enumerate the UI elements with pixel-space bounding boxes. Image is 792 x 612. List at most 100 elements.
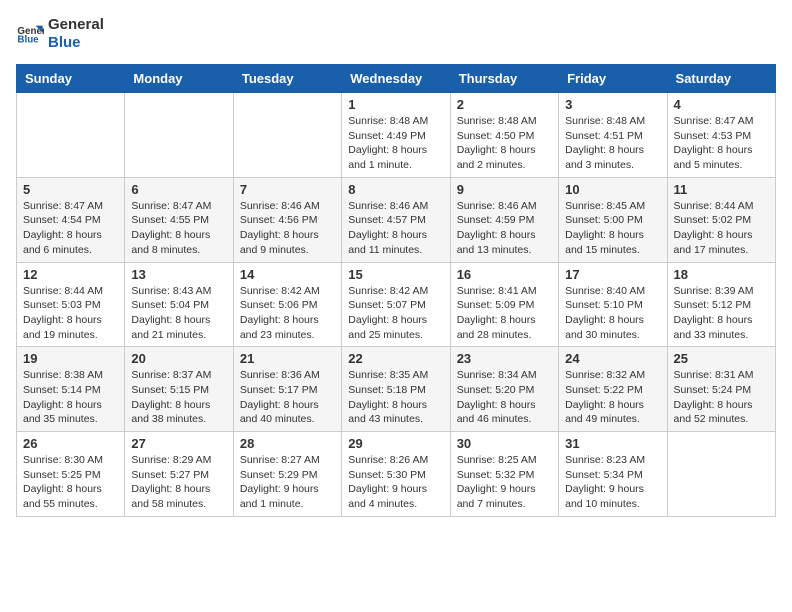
calendar-cell: 18Sunrise: 8:39 AM Sunset: 5:12 PM Dayli… <box>667 262 775 347</box>
day-number: 3 <box>565 97 660 112</box>
weekday-header-wednesday: Wednesday <box>342 65 450 93</box>
day-info: Sunrise: 8:48 AM Sunset: 4:51 PM Dayligh… <box>565 114 660 173</box>
day-info: Sunrise: 8:38 AM Sunset: 5:14 PM Dayligh… <box>23 368 118 427</box>
weekday-header-monday: Monday <box>125 65 233 93</box>
calendar-cell: 7 Sunrise: 8:46 AM Sunset: 4:56 PM Daylig… <box>233 177 341 262</box>
calendar-cell: 22 Sunrise: 8:35 AM Sunset: 5:18 PM Dayli… <box>342 347 450 432</box>
calendar-cell: 28 Sunrise: 8:27 AM Sunset: 5:29 PM Dayli… <box>233 432 341 517</box>
calendar-cell: 15Sunrise: 8:42 AM Sunset: 5:07 PM Dayli… <box>342 262 450 347</box>
logo-icon: General Blue <box>16 20 44 48</box>
calendar-cell <box>233 93 341 178</box>
calendar-cell: 16 Sunrise: 8:41 AM Sunset: 5:09 PM Dayli… <box>450 262 558 347</box>
calendar-cell: 27Sunrise: 8:29 AM Sunset: 5:27 PM Dayli… <box>125 432 233 517</box>
calendar-cell: 30 Sunrise: 8:25 AM Sunset: 5:32 PM Dayli… <box>450 432 558 517</box>
day-info: Sunrise: 8:25 AM Sunset: 5:32 PM Dayligh… <box>457 453 552 512</box>
day-info: Sunrise: 8:26 AM Sunset: 5:30 PM Dayligh… <box>348 453 443 512</box>
day-number: 4 <box>674 97 769 112</box>
day-number: 5 <box>23 182 118 197</box>
day-info: Sunrise: 8:37 AM Sunset: 5:15 PM Dayligh… <box>131 368 226 427</box>
logo-general: General <box>48 16 104 34</box>
day-number: 11 <box>674 182 769 197</box>
day-info: Sunrise: 8:41 AM Sunset: 5:09 PM Dayligh… <box>457 284 552 343</box>
day-number: 13 <box>131 267 226 282</box>
day-info: Sunrise: 8:35 AM Sunset: 5:18 PM Dayligh… <box>348 368 443 427</box>
calendar-cell: 31 Sunrise: 8:23 AM Sunset: 5:34 PM Dayli… <box>559 432 667 517</box>
day-info: Sunrise: 8:48 AM Sunset: 4:50 PM Dayligh… <box>457 114 552 173</box>
calendar-cell: 8Sunrise: 8:46 AM Sunset: 4:57 PM Daylig… <box>342 177 450 262</box>
day-info: Sunrise: 8:34 AM Sunset: 5:20 PM Dayligh… <box>457 368 552 427</box>
calendar-cell: 2 Sunrise: 8:48 AM Sunset: 4:50 PM Daylig… <box>450 93 558 178</box>
calendar-cell: 11 Sunrise: 8:44 AM Sunset: 5:02 PM Dayli… <box>667 177 775 262</box>
calendar-cell: 5Sunrise: 8:47 AM Sunset: 4:54 PM Daylig… <box>17 177 125 262</box>
day-info: Sunrise: 8:36 AM Sunset: 5:17 PM Dayligh… <box>240 368 335 427</box>
day-number: 30 <box>457 436 552 451</box>
calendar-cell <box>125 93 233 178</box>
calendar-cell <box>17 93 125 178</box>
weekday-header-friday: Friday <box>559 65 667 93</box>
calendar-cell: 25 Sunrise: 8:31 AM Sunset: 5:24 PM Dayli… <box>667 347 775 432</box>
calendar-cell: 1 Sunrise: 8:48 AM Sunset: 4:49 PM Daylig… <box>342 93 450 178</box>
day-number: 9 <box>457 182 552 197</box>
weekday-header-thursday: Thursday <box>450 65 558 93</box>
day-info: Sunrise: 8:32 AM Sunset: 5:22 PM Dayligh… <box>565 368 660 427</box>
day-info: Sunrise: 8:44 AM Sunset: 5:03 PM Dayligh… <box>23 284 118 343</box>
day-info: Sunrise: 8:46 AM Sunset: 4:56 PM Dayligh… <box>240 199 335 258</box>
day-number: 12 <box>23 267 118 282</box>
day-number: 19 <box>23 351 118 366</box>
day-info: Sunrise: 8:46 AM Sunset: 4:57 PM Dayligh… <box>348 199 443 258</box>
day-info: Sunrise: 8:48 AM Sunset: 4:49 PM Dayligh… <box>348 114 443 173</box>
day-number: 25 <box>674 351 769 366</box>
day-info: Sunrise: 8:44 AM Sunset: 5:02 PM Dayligh… <box>674 199 769 258</box>
calendar-cell: 19 Sunrise: 8:38 AM Sunset: 5:14 PM Dayli… <box>17 347 125 432</box>
weekday-header-saturday: Saturday <box>667 65 775 93</box>
page-header: General Blue General Blue <box>16 16 776 52</box>
day-number: 23 <box>457 351 552 366</box>
day-info: Sunrise: 8:31 AM Sunset: 5:24 PM Dayligh… <box>674 368 769 427</box>
weekday-header-tuesday: Tuesday <box>233 65 341 93</box>
calendar-cell: 24 Sunrise: 8:32 AM Sunset: 5:22 PM Dayli… <box>559 347 667 432</box>
day-info: Sunrise: 8:47 AM Sunset: 4:55 PM Dayligh… <box>131 199 226 258</box>
day-number: 18 <box>674 267 769 282</box>
day-number: 17 <box>565 267 660 282</box>
week-row-3: 12 Sunrise: 8:44 AM Sunset: 5:03 PM Dayli… <box>17 262 776 347</box>
day-number: 26 <box>23 436 118 451</box>
week-row-4: 19 Sunrise: 8:38 AM Sunset: 5:14 PM Dayli… <box>17 347 776 432</box>
calendar-cell: 4 Sunrise: 8:47 AM Sunset: 4:53 PM Daylig… <box>667 93 775 178</box>
day-info: Sunrise: 8:43 AM Sunset: 5:04 PM Dayligh… <box>131 284 226 343</box>
day-number: 24 <box>565 351 660 366</box>
week-row-5: 26 Sunrise: 8:30 AM Sunset: 5:25 PM Dayli… <box>17 432 776 517</box>
day-number: 10 <box>565 182 660 197</box>
day-number: 16 <box>457 267 552 282</box>
day-number: 31 <box>565 436 660 451</box>
week-row-2: 5Sunrise: 8:47 AM Sunset: 4:54 PM Daylig… <box>17 177 776 262</box>
day-info: Sunrise: 8:27 AM Sunset: 5:29 PM Dayligh… <box>240 453 335 512</box>
day-number: 20 <box>131 351 226 366</box>
day-number: 1 <box>348 97 443 112</box>
day-info: Sunrise: 8:47 AM Sunset: 4:53 PM Dayligh… <box>674 114 769 173</box>
logo: General Blue General Blue <box>16 16 104 52</box>
calendar-cell: 13 Sunrise: 8:43 AM Sunset: 5:04 PM Dayli… <box>125 262 233 347</box>
svg-text:Blue: Blue <box>17 34 39 45</box>
day-number: 15 <box>348 267 443 282</box>
day-number: 22 <box>348 351 443 366</box>
day-info: Sunrise: 8:30 AM Sunset: 5:25 PM Dayligh… <box>23 453 118 512</box>
weekday-header-sunday: Sunday <box>17 65 125 93</box>
calendar-cell <box>667 432 775 517</box>
calendar-cell: 21Sunrise: 8:36 AM Sunset: 5:17 PM Dayli… <box>233 347 341 432</box>
calendar-cell: 23 Sunrise: 8:34 AM Sunset: 5:20 PM Dayli… <box>450 347 558 432</box>
calendar-cell: 14Sunrise: 8:42 AM Sunset: 5:06 PM Dayli… <box>233 262 341 347</box>
calendar-cell: 6 Sunrise: 8:47 AM Sunset: 4:55 PM Daylig… <box>125 177 233 262</box>
day-info: Sunrise: 8:45 AM Sunset: 5:00 PM Dayligh… <box>565 199 660 258</box>
day-number: 28 <box>240 436 335 451</box>
day-info: Sunrise: 8:46 AM Sunset: 4:59 PM Dayligh… <box>457 199 552 258</box>
day-info: Sunrise: 8:23 AM Sunset: 5:34 PM Dayligh… <box>565 453 660 512</box>
day-info: Sunrise: 8:29 AM Sunset: 5:27 PM Dayligh… <box>131 453 226 512</box>
day-number: 6 <box>131 182 226 197</box>
day-info: Sunrise: 8:42 AM Sunset: 5:06 PM Dayligh… <box>240 284 335 343</box>
day-number: 2 <box>457 97 552 112</box>
week-row-1: 1 Sunrise: 8:48 AM Sunset: 4:49 PM Daylig… <box>17 93 776 178</box>
calendar-cell: 26 Sunrise: 8:30 AM Sunset: 5:25 PM Dayli… <box>17 432 125 517</box>
weekday-header-row: SundayMondayTuesdayWednesdayThursdayFrid… <box>17 65 776 93</box>
day-number: 29 <box>348 436 443 451</box>
day-number: 7 <box>240 182 335 197</box>
